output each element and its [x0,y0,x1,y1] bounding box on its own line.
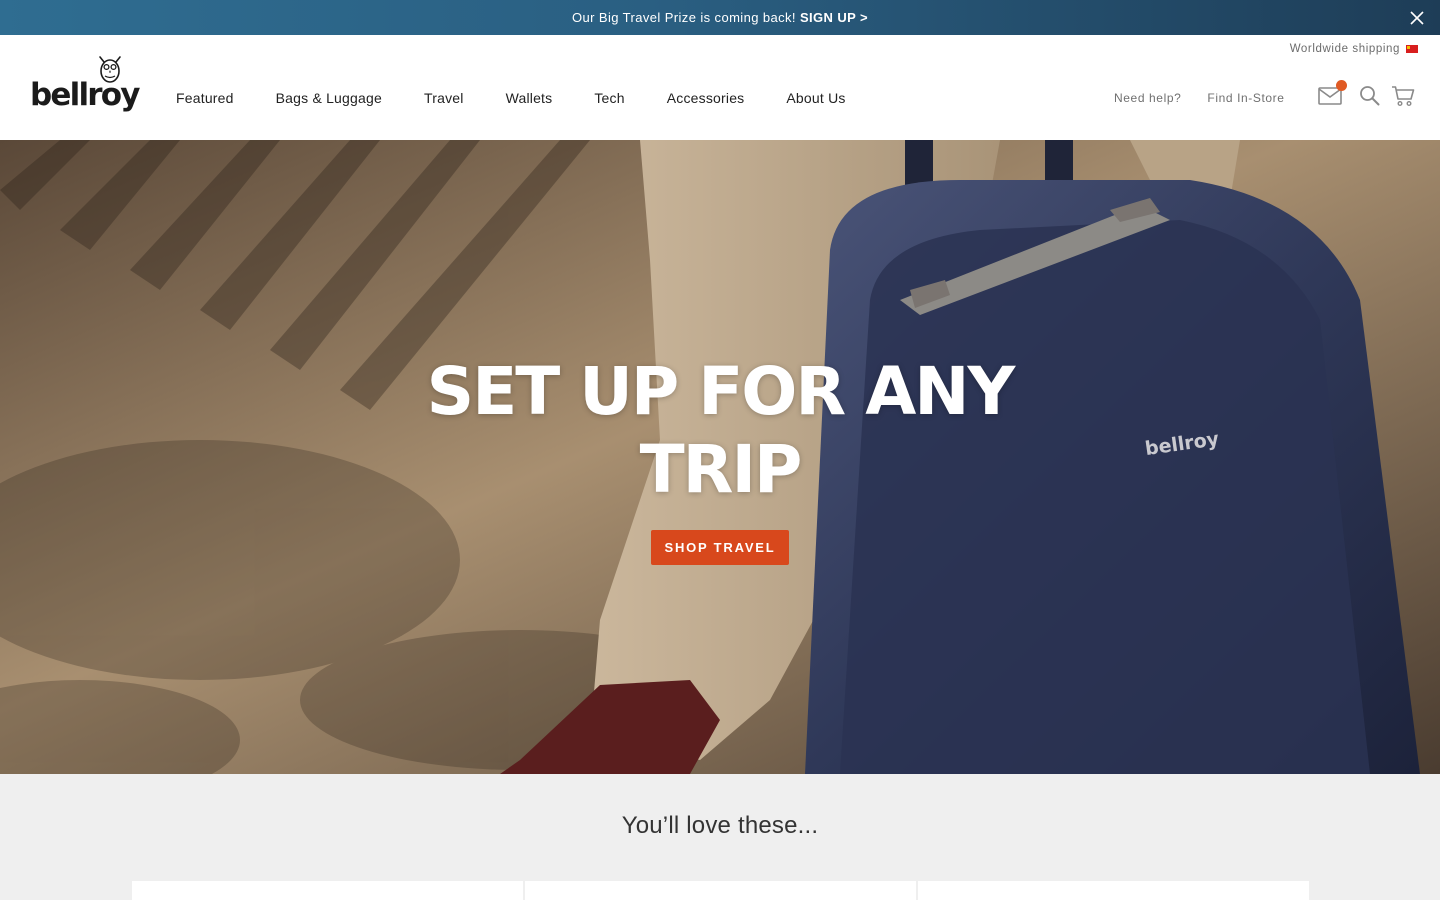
shop-travel-button[interactable]: SHOP TRAVEL [651,530,789,565]
search-icon[interactable] [1359,85,1380,106]
cart-icon[interactable] [1391,85,1415,107]
owl-icon [99,56,121,83]
nav-accessories[interactable]: Accessories [667,90,745,106]
product-card[interactable] [525,881,916,900]
shipping-label: Worldwide shipping [1289,43,1400,55]
bellroy-logo[interactable]: bellroy [30,55,140,115]
site-header: bellroy Worldwide shipping Featured Bags… [0,35,1440,140]
hero-banner: bellroy SET UP FOR ANY TRIP SHOP TRAVEL [0,140,1440,774]
nav-wallets[interactable]: Wallets [506,90,553,106]
nav-travel[interactable]: Travel [424,90,464,106]
nav-bags-luggage[interactable]: Bags & Luggage [276,90,382,106]
need-help-link[interactable]: Need help? [1114,91,1181,105]
nav-tech[interactable]: Tech [594,90,624,106]
hero-title-line-1: SET UP FOR ANY [426,353,1016,430]
worldwide-shipping[interactable]: Worldwide shipping [1290,43,1418,55]
signup-link[interactable]: SIGN UP > [800,10,868,25]
flag-icon [1406,45,1418,53]
utility-links: Need help? Find In-Store [1114,91,1311,105]
hero-title-line-2: TRIP [639,431,803,508]
find-in-store-link[interactable]: Find In-Store [1207,91,1284,105]
nav-about-us[interactable]: About Us [786,90,845,106]
announcement-text: Our Big Travel Prize is coming back! [572,10,796,25]
nav-featured[interactable]: Featured [176,90,234,106]
notification-badge [1336,80,1347,91]
hero-title: SET UP FOR ANY TRIP [0,353,1440,509]
product-card[interactable] [132,881,523,900]
main-nav: Featured Bags & Luggage Travel Wallets T… [176,90,888,106]
announcement-bar: Our Big Travel Prize is coming back! SIG… [0,0,1440,35]
recommendations-title: You’ll love these... [621,812,819,839]
product-card[interactable] [918,881,1309,900]
close-icon[interactable] [1408,9,1426,27]
